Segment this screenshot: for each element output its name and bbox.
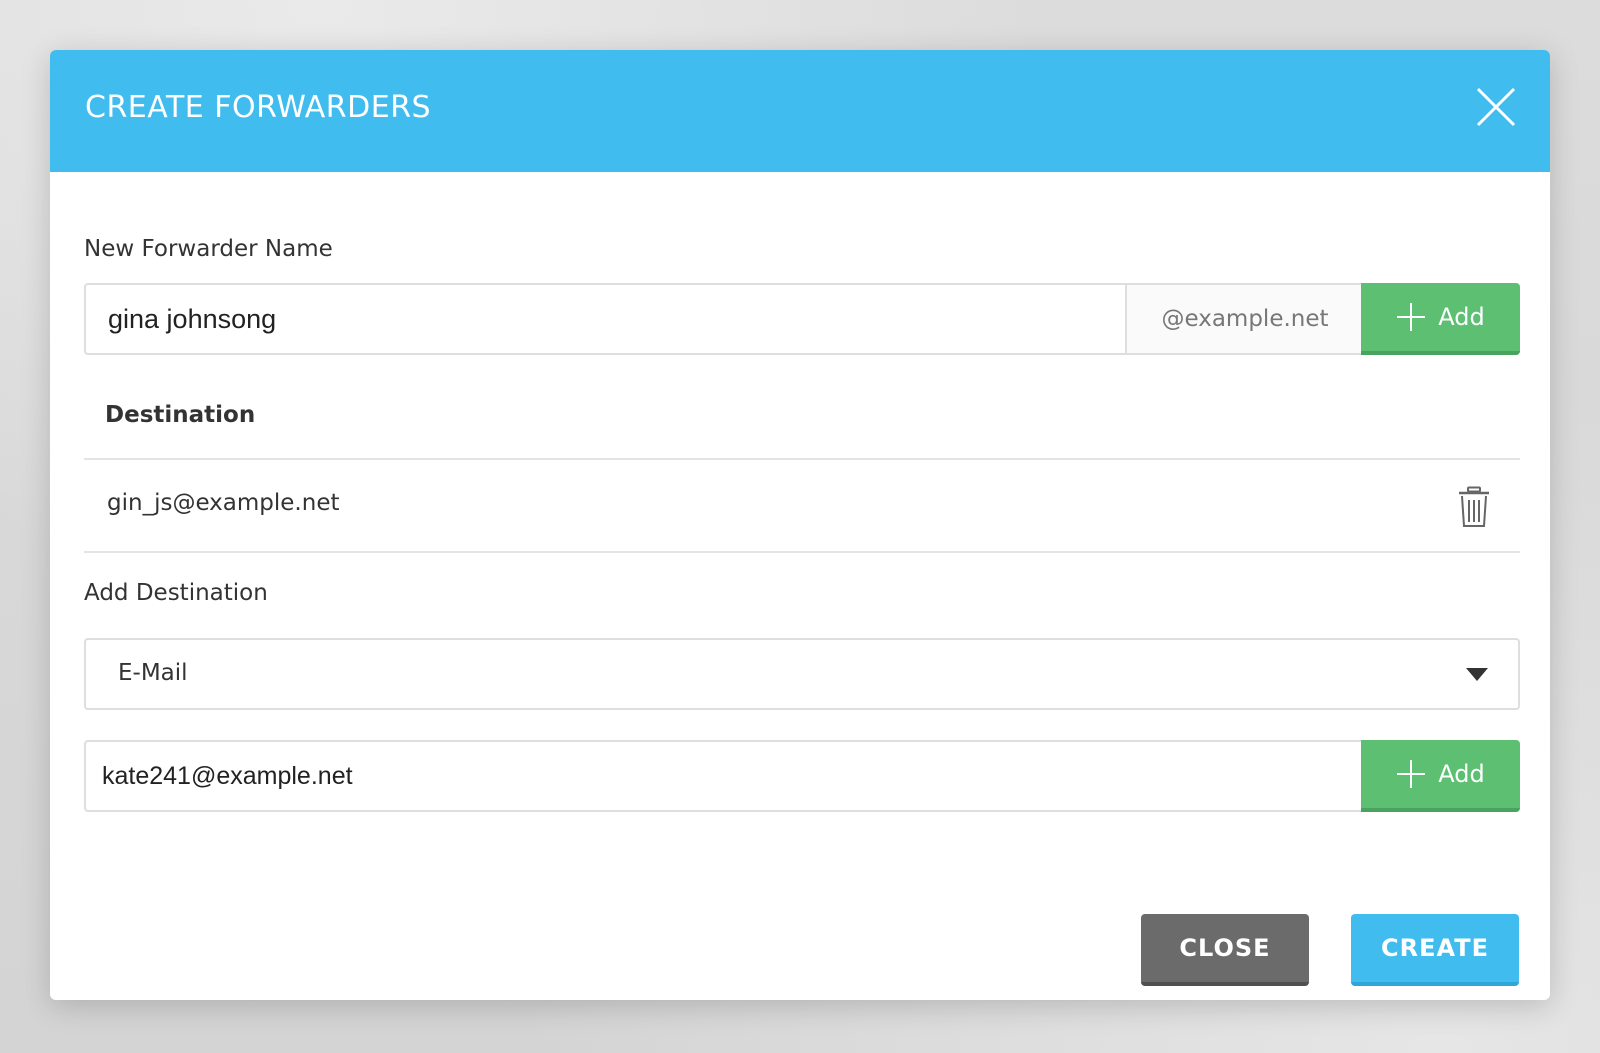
modal-header: CREATE FORWARDERS — [50, 50, 1550, 172]
chevron-down-icon — [1466, 668, 1488, 682]
domain-suffix: @example.net — [1125, 285, 1363, 353]
add-destination-label-text: Add — [1438, 760, 1485, 788]
create-forwarders-modal: CREATE FORWARDERS New Forwarder Name @ex… — [50, 50, 1550, 1000]
destination-header: Destination — [105, 402, 256, 428]
destination-email-input[interactable] — [86, 742, 1361, 810]
destination-type-select[interactable]: E-Mail — [84, 638, 1520, 710]
add-destination-label: Add Destination — [84, 580, 268, 606]
destination-divider-bottom — [84, 551, 1520, 553]
forwarder-name-group: @example.net Add — [84, 283, 1520, 355]
destination-divider-top — [84, 458, 1520, 460]
add-forwarder-label: Add — [1438, 303, 1485, 331]
trash-icon[interactable] — [1457, 486, 1491, 528]
plus-icon — [1396, 302, 1426, 332]
destination-item-address: gin_js@example.net — [107, 490, 340, 516]
plus-icon — [1396, 759, 1426, 789]
destination-email-group: Add — [84, 740, 1520, 812]
destination-type-value: E-Mail — [118, 660, 188, 686]
close-button[interactable]: CLOSE — [1141, 914, 1309, 986]
add-destination-button[interactable]: Add — [1361, 740, 1520, 812]
forwarder-name-label: New Forwarder Name — [84, 236, 333, 262]
close-x-icon[interactable] — [1475, 86, 1517, 128]
create-button[interactable]: CREATE — [1351, 914, 1519, 986]
modal-title: CREATE FORWARDERS — [85, 90, 432, 125]
forwarder-name-input[interactable] — [86, 285, 1125, 353]
add-forwarder-button[interactable]: Add — [1361, 283, 1520, 355]
